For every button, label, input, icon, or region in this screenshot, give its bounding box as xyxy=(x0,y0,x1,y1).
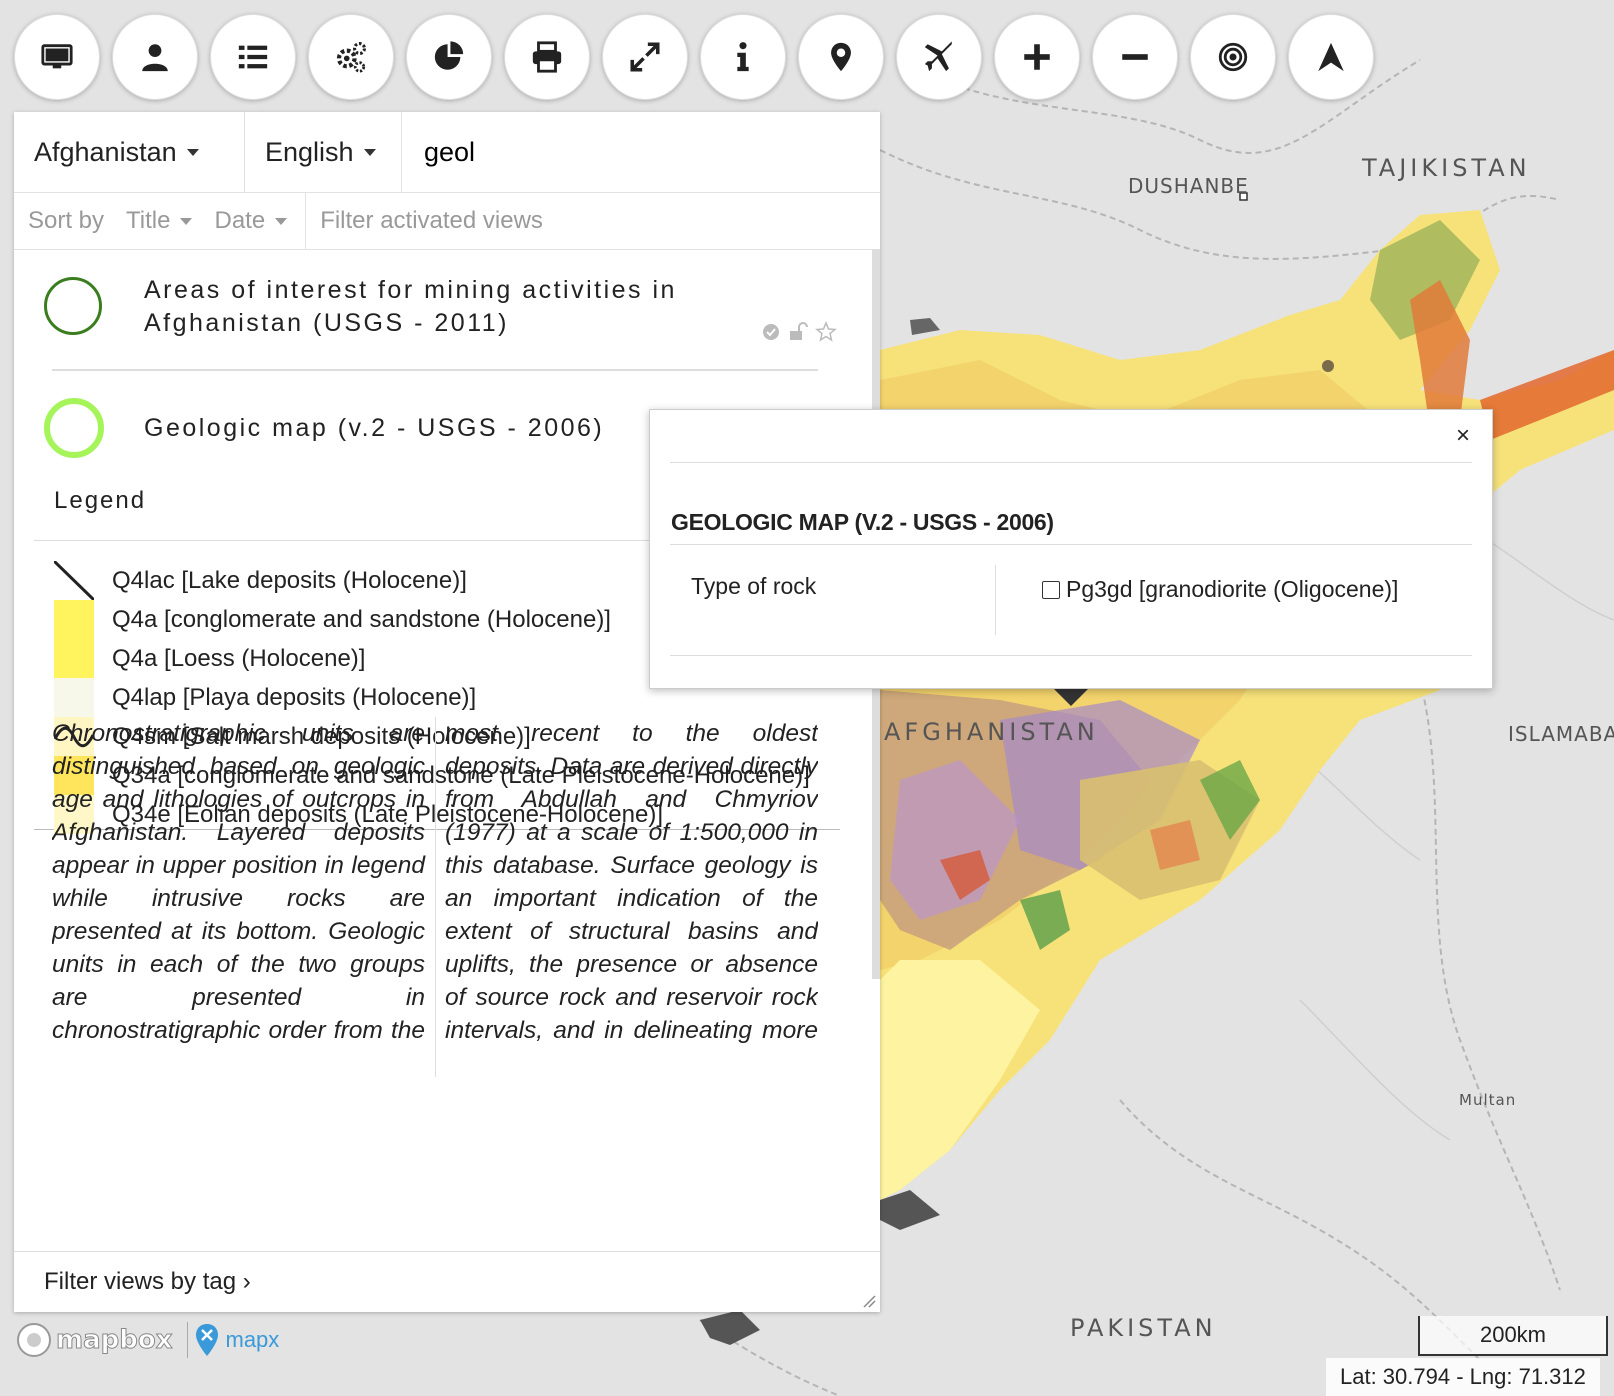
map-label-tajikistan: TAJIKISTAN xyxy=(1362,154,1531,182)
map-marker-icon xyxy=(831,42,851,72)
sort-title-button[interactable]: Title xyxy=(112,193,200,249)
compass-arrow-icon xyxy=(1318,42,1344,72)
filter-tags-toggle[interactable]: Filter views by tag › xyxy=(14,1251,880,1312)
scale-bar: 200km xyxy=(1418,1316,1608,1356)
legend-swatch xyxy=(54,639,94,678)
zoom-out-button[interactable] xyxy=(1092,14,1178,100)
mapbox-logo-icon xyxy=(17,1323,51,1357)
map-label-islamabad: ISLAMABA xyxy=(1508,722,1614,746)
fly-button[interactable] xyxy=(896,14,982,100)
legend-label: Q4lac [Lake deposits (Holocene)] xyxy=(112,566,467,594)
map-label-dushanbe: DUSHANBE xyxy=(1128,174,1249,198)
legend-label: Q4lap [Playa deposits (Holocene)] xyxy=(112,683,477,711)
dashboard-button[interactable] xyxy=(406,14,492,100)
target-button[interactable] xyxy=(1190,14,1276,100)
user-icon xyxy=(142,44,168,72)
views-panel: Afghanistan English Sort by Title Date A… xyxy=(14,112,880,1312)
filter-views-input[interactable] xyxy=(318,206,880,236)
map-label-multan: Multan xyxy=(1459,1091,1517,1109)
pie-chart-icon xyxy=(434,41,464,70)
mapbox-logo[interactable]: mapbox xyxy=(16,1322,173,1358)
expand-icon xyxy=(630,42,660,72)
legend-label: Q4a [conglomerate and sandstone (Holocen… xyxy=(112,605,611,633)
country-dropdown[interactable]: Afghanistan xyxy=(14,112,245,192)
view-title[interactable]: Geologic map (v.2 - USGS - 2006) xyxy=(144,412,604,445)
country-label: Afghanistan xyxy=(34,136,177,167)
plus-icon xyxy=(1024,44,1050,70)
toolbar xyxy=(14,14,1374,100)
print-button[interactable] xyxy=(504,14,590,100)
popup-divider xyxy=(670,655,1472,656)
view-toggle-ring[interactable] xyxy=(44,398,104,458)
user-button[interactable] xyxy=(112,14,198,100)
language-label: English xyxy=(265,136,354,167)
north-button[interactable] xyxy=(1288,14,1374,100)
mapx-logo-text: mapx xyxy=(225,1327,280,1352)
printer-icon xyxy=(532,41,562,73)
popup-column-divider xyxy=(995,565,996,635)
panel-header: Afghanistan English xyxy=(14,112,880,193)
legend-label: Q4a [Loess (Holocene)] xyxy=(112,644,366,672)
plane-icon xyxy=(924,41,952,72)
fullscreen-button[interactable] xyxy=(602,14,688,100)
legend-swatch xyxy=(52,559,96,602)
list-button[interactable] xyxy=(210,14,296,100)
filter-box xyxy=(305,193,880,249)
legend-title: Legend xyxy=(54,487,147,514)
sort-label: Sort by xyxy=(28,207,105,234)
settings-button[interactable] xyxy=(308,14,394,100)
chevron-down-icon xyxy=(180,217,193,225)
view-status-icons xyxy=(763,321,837,342)
resize-handle-icon[interactable] xyxy=(862,1294,876,1308)
legend-swatch xyxy=(54,600,94,639)
popup-divider xyxy=(670,544,1472,545)
info-button[interactable] xyxy=(700,14,786,100)
close-icon[interactable]: × xyxy=(1456,422,1470,450)
chevron-down-icon xyxy=(186,148,199,156)
sort-row: Sort by Title Date xyxy=(14,193,880,250)
popup-value-option[interactable]: Pg3gd [granodiorite (Oligocene)] xyxy=(1042,576,1398,603)
attribution-logos: mapbox mapx xyxy=(16,1322,279,1358)
language-dropdown[interactable]: English xyxy=(245,112,402,192)
display-button[interactable] xyxy=(14,14,100,100)
checkbox-icon[interactable] xyxy=(1042,580,1060,599)
popup-attribute-label: Type of rock xyxy=(691,573,817,599)
map-label-pakistan: PAKISTAN xyxy=(1070,1314,1217,1342)
sort-title-label: Title xyxy=(126,207,171,234)
search-input[interactable] xyxy=(422,135,860,169)
search-box xyxy=(402,112,880,192)
monitor-icon xyxy=(41,44,73,69)
mapbox-logo-text: mapbox xyxy=(56,1325,173,1356)
gears-icon xyxy=(336,41,367,73)
list-icon xyxy=(238,45,268,69)
target-icon xyxy=(1218,42,1248,72)
feature-popup: × GEOLOGIC MAP (V.2 - USGS - 2006) Type … xyxy=(649,409,1493,689)
popup-title: GEOLOGIC MAP (V.2 - USGS - 2006) xyxy=(671,509,1054,535)
sort-date-label: Date xyxy=(214,207,266,234)
zoom-in-button[interactable] xyxy=(994,14,1080,100)
sort-date-button[interactable]: Date xyxy=(200,193,305,249)
chevron-down-icon xyxy=(275,217,288,225)
legend-swatch xyxy=(54,678,94,717)
view-abstract: Chronostratigraphic units are distinguis… xyxy=(52,720,818,1044)
view-title[interactable]: Areas of interest for mining activities … xyxy=(144,274,704,340)
view-item-mining[interactable]: Areas of interest for mining activities … xyxy=(14,249,854,369)
info-icon xyxy=(737,42,749,72)
popup-divider xyxy=(670,462,1472,463)
view-toggle-ring[interactable] xyxy=(44,277,102,335)
mapx-marker-icon xyxy=(195,1324,218,1356)
map-label-afghanistan: AFGHANISTAN xyxy=(884,718,1099,746)
mapx-logo[interactable]: mapx xyxy=(186,1322,280,1358)
popup-value-label: Pg3gd [granodiorite (Oligocene)] xyxy=(1066,576,1399,602)
chevron-down-icon xyxy=(363,148,376,156)
minus-icon xyxy=(1122,54,1148,60)
locate-button[interactable] xyxy=(798,14,884,100)
coordinates-readout: Lat: 30.794 - Lng: 71.312 xyxy=(1326,1358,1600,1396)
